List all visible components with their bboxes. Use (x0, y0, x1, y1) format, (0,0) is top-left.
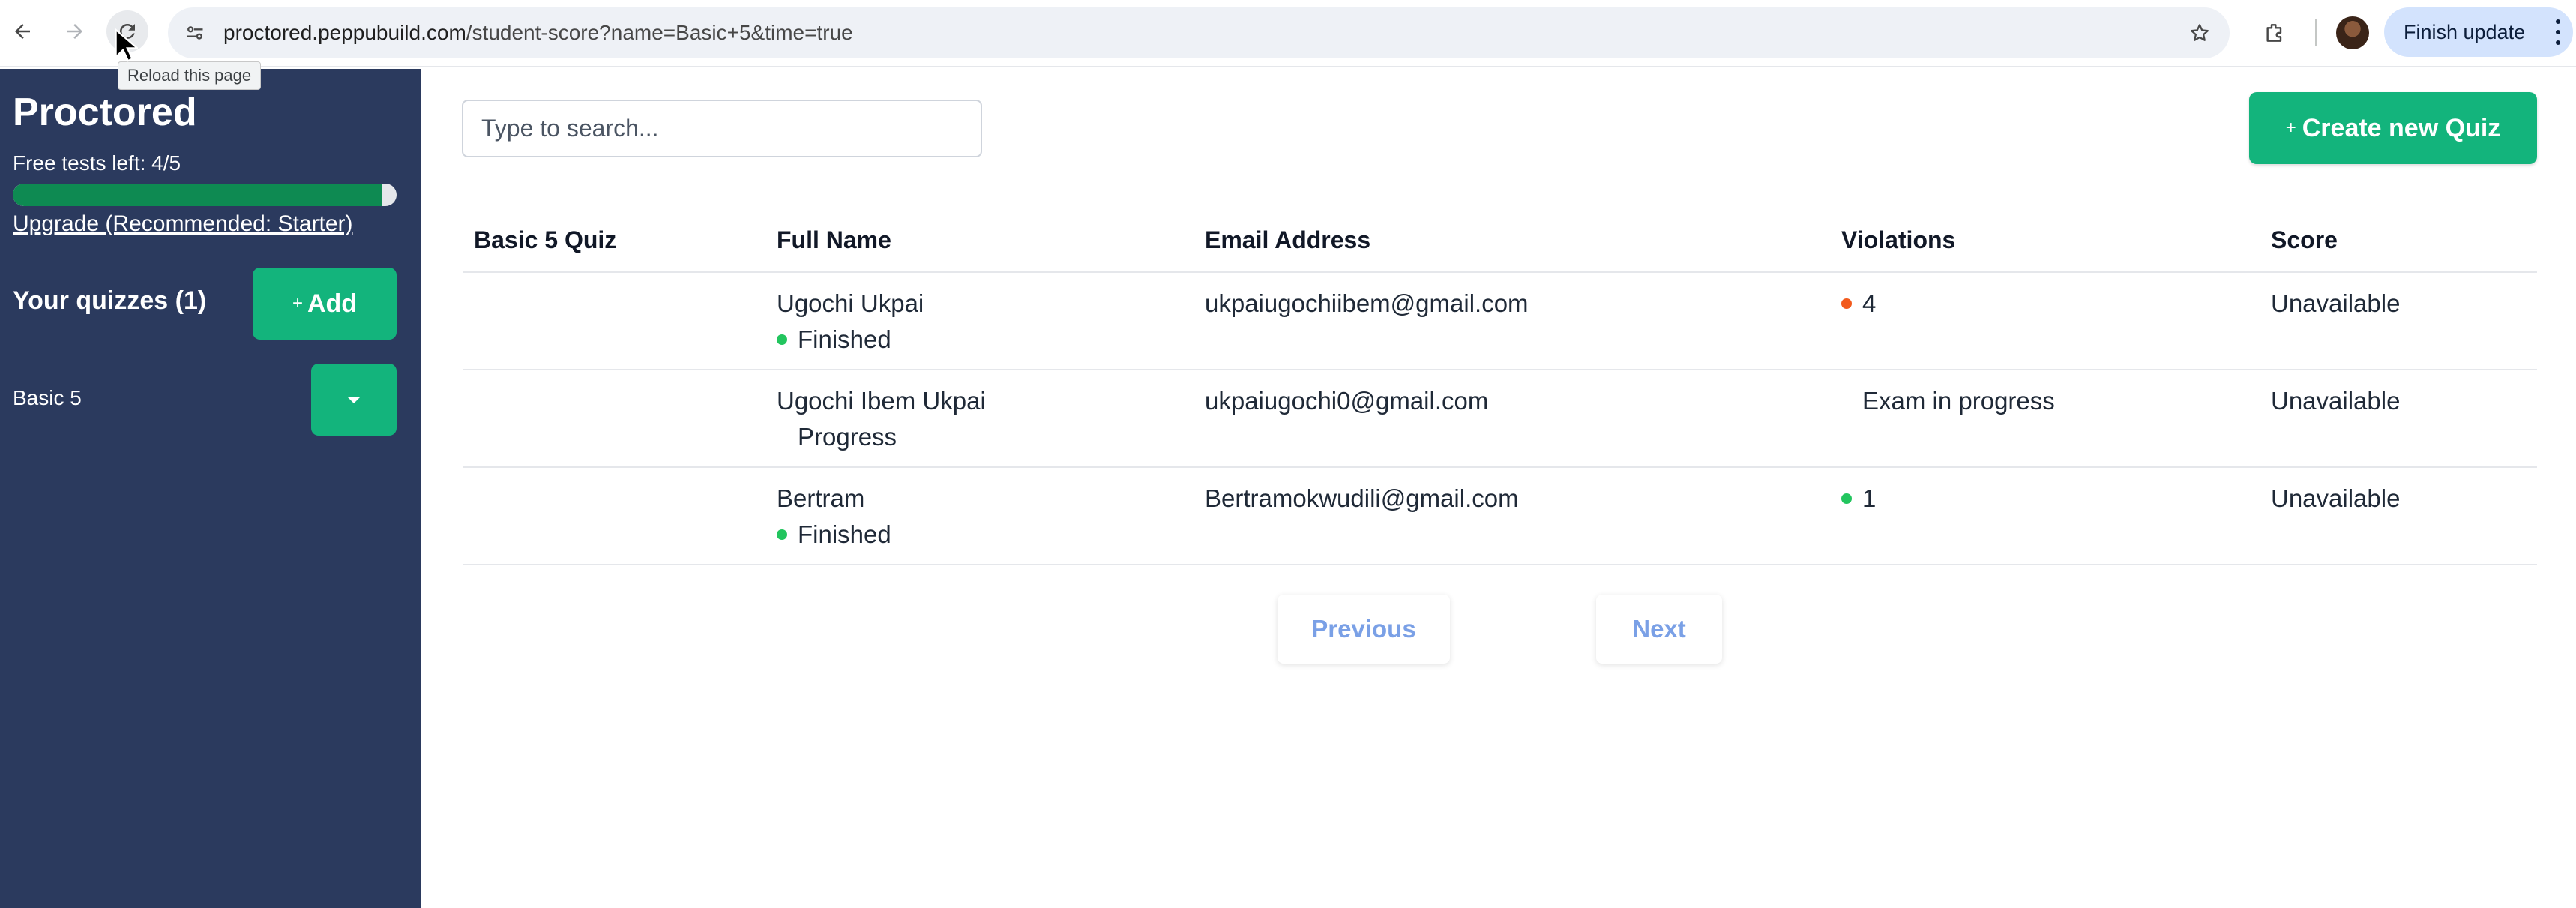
your-quizzes-heading: Your quizzes (1) (13, 286, 207, 315)
header-email: Email Address (1205, 226, 1371, 253)
table-row[interactable]: Ugochi Ukpai Finished ukpaiugochiibem@gm… (463, 273, 2537, 370)
violations-cell: 4 (1841, 289, 1876, 318)
score-cell: Unavailable (2271, 484, 2401, 512)
finish-update-button[interactable]: Finish update (2384, 7, 2573, 57)
back-button[interactable] (1, 10, 43, 52)
violations-text: Exam in progress (1862, 387, 2055, 415)
student-name: Ugochi Ibem Ukpai (777, 387, 986, 415)
browser-toolbar: proctored.peppubuild.com/student-score?n… (0, 0, 2576, 67)
violations-text: 4 (1862, 289, 1877, 317)
student-email: Bertramokwudili@gmail.com (1205, 484, 1519, 512)
status-dot-icon (777, 334, 787, 345)
reload-tooltip: Reload this page (118, 61, 262, 90)
violation-dot-icon (1841, 493, 1852, 504)
toolbar-divider (2315, 19, 2317, 46)
finish-update-label: Finish update (2404, 20, 2526, 43)
table-row[interactable]: Bertram Finished Bertramokwudili@gmail.c… (463, 468, 2537, 565)
next-page-button[interactable]: Next (1596, 595, 1722, 664)
score-cell: Unavailable (2271, 387, 2401, 415)
violations-cell: Exam in progress (1841, 387, 2055, 415)
violations-cell: 1 (1841, 484, 1876, 513)
score-cell: Unavailable (2271, 289, 2401, 317)
status-text: Finished (798, 520, 891, 548)
add-quiz-button[interactable]: + Add (253, 268, 397, 340)
create-quiz-label: Create new Quiz (2302, 113, 2501, 142)
plus-icon: + (2285, 118, 2296, 138)
status-text: Progress (798, 423, 897, 451)
student-status: Finished (777, 520, 891, 549)
chevron-down-icon (347, 396, 361, 403)
profile-avatar[interactable] (2336, 16, 2369, 49)
violation-dot-icon (1841, 298, 1852, 309)
header-full-name: Full Name (777, 226, 891, 253)
address-bar[interactable]: proctored.peppubuild.com/student-score?n… (168, 7, 2230, 58)
url-domain: proctored.peppubuild.com (223, 21, 466, 44)
student-name: Ugochi Ukpai (777, 289, 924, 317)
quiz-dropdown-button[interactable] (311, 364, 397, 436)
status-text: Finished (798, 325, 891, 353)
back-arrow-icon (15, 24, 30, 39)
forward-button[interactable] (54, 10, 96, 52)
url-path: /student-score?name=Basic+5&time=true (466, 21, 853, 44)
header-quiz: Basic 5 Quiz (474, 226, 617, 253)
site-settings-icon[interactable] (178, 16, 211, 49)
table-header: Basic 5 Quiz Full Name Email Address Vio… (463, 210, 2537, 273)
brand-title: Proctored (13, 91, 197, 134)
previous-page-button[interactable]: Previous (1278, 595, 1450, 664)
create-quiz-button[interactable]: + Create new Quiz (2249, 92, 2537, 164)
progress-fill (13, 184, 382, 206)
student-email: ukpaiugochi0@gmail.com (1205, 387, 1489, 415)
add-button-label: Add (307, 289, 358, 318)
free-tests-label: Free tests left: 4/5 (13, 151, 181, 175)
quiz-item-name[interactable]: Basic 5 (13, 386, 82, 410)
table-row[interactable]: Ugochi Ibem Ukpai Progress ukpaiugochi0@… (463, 370, 2537, 468)
url-text[interactable]: proctored.peppubuild.com/student-score?n… (223, 7, 853, 58)
student-email: ukpaiugochiibem@gmail.com (1205, 289, 1529, 317)
free-tests-progress-bar (13, 184, 397, 206)
plus-icon: + (292, 293, 303, 313)
results-table: Basic 5 Quiz Full Name Email Address Vio… (463, 210, 2537, 565)
header-violations: Violations (1841, 226, 1956, 253)
status-dot-icon (777, 529, 787, 540)
student-status: Finished (777, 325, 891, 354)
forward-arrow-icon (67, 24, 82, 39)
bookmark-star-icon[interactable] (2183, 16, 2216, 49)
student-name: Bertram (777, 484, 865, 512)
violations-text: 1 (1862, 484, 1877, 512)
upgrade-link[interactable]: Upgrade (Recommended: Starter) (13, 211, 353, 237)
student-status: Progress (777, 423, 897, 451)
more-vertical-icon (2555, 19, 2561, 45)
search-input[interactable] (462, 100, 982, 157)
extensions-icon[interactable] (2254, 12, 2296, 54)
header-score: Score (2271, 226, 2338, 253)
mouse-cursor-icon (115, 28, 138, 62)
sidebar: Proctored Free tests left: 4/5 Upgrade (… (0, 69, 421, 908)
